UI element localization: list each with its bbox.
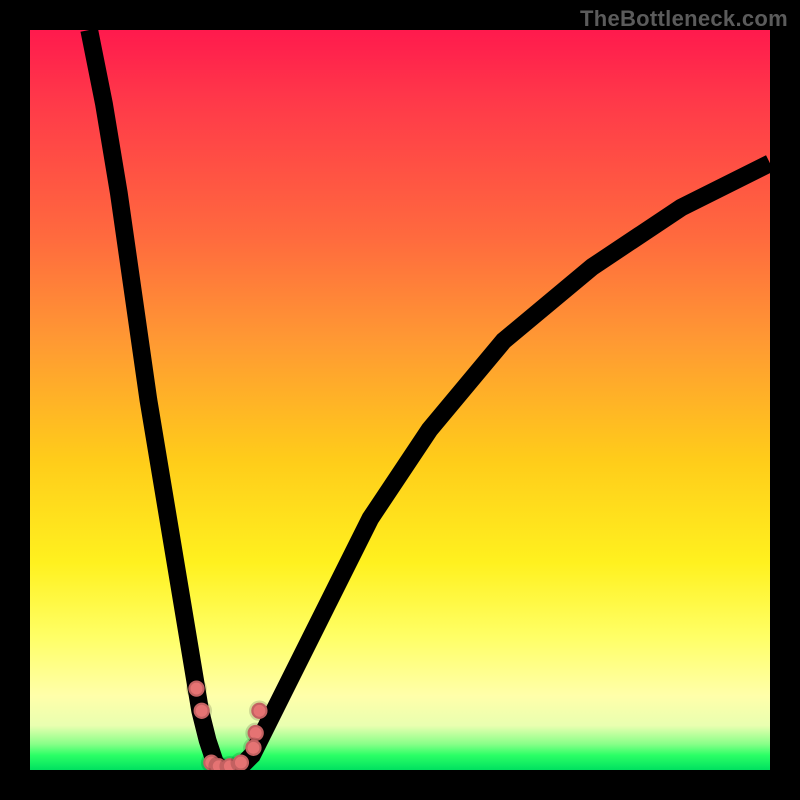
plot-area <box>30 30 770 770</box>
curve-layer <box>30 30 770 770</box>
marker-dot <box>194 703 210 719</box>
marker-dot <box>188 680 204 696</box>
marker-dot <box>233 754 249 770</box>
watermark-text: TheBottleneck.com <box>580 6 788 32</box>
curve-left-branch <box>89 30 222 770</box>
curve-right-branch <box>237 163 770 770</box>
marker-dot <box>245 740 261 756</box>
marker-dot <box>251 703 267 719</box>
chart-frame: TheBottleneck.com <box>0 0 800 800</box>
